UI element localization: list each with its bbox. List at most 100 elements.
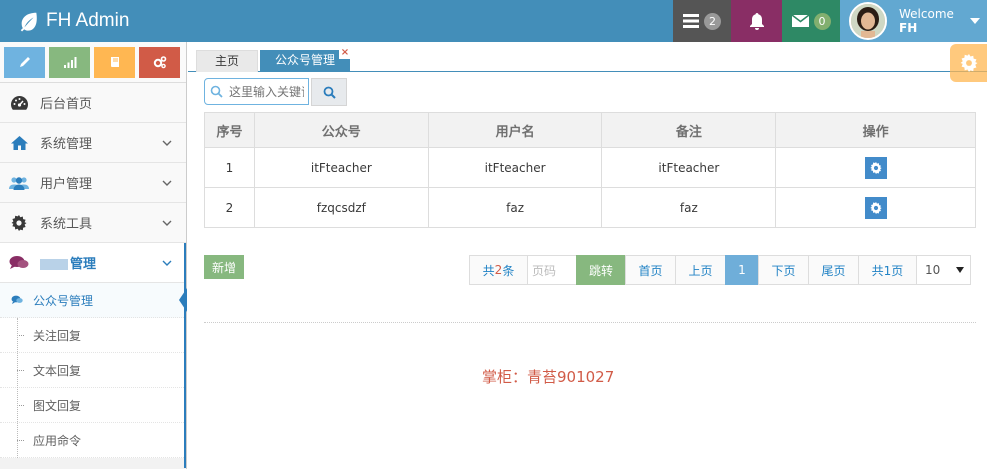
gear-icon [960,54,977,72]
pagination: 共2条 页码 跳转 首页 上页 1 下页 尾页 共1页 10 [469,255,971,285]
table-cell: fzqcsdzf [253,187,429,228]
submenu-wechat: 公众号管理 关注回复 文本回复 图文回复 应用命令 [0,283,187,458]
book-icon [110,57,119,67]
top-navbar: FH Admin 2 0 Welcome FH [0,0,987,42]
close-icon[interactable]: × [339,48,351,59]
submenu-item-label: 图文回复 [33,398,82,413]
submenu-item-label: 公众号管理 [33,293,94,308]
comments-icon [9,254,29,272]
jump-button[interactable]: 跳转 [576,255,626,285]
tab-label: 公众号管理 [274,53,335,67]
submenu-item-app-commands[interactable]: 应用命令 [0,423,186,458]
welcome-text: Welcome FH [899,7,954,35]
shortcut-cogs-button[interactable] [139,46,180,78]
table-cell: 1 [204,147,255,188]
bell-icon [749,12,764,30]
tab-official-accounts[interactable]: 公众号管理 × [260,48,351,72]
prev-page-button[interactable]: 上页 [675,255,726,285]
welcome-label: Welcome [899,7,954,21]
tab-bar: 主页 公众号管理 × [188,42,987,72]
page-number-input[interactable]: 页码 [527,255,577,285]
sidebar-item-label: 管理 [40,253,162,272]
table-row: 2 fzqcsdzf faz faz [204,187,976,228]
add-button[interactable]: 新增 [204,255,244,279]
sidebar-item-label: 后台首页 [40,97,93,112]
table-row: 1 itFteacher itFteacher itFteacher [204,147,976,188]
username: FH [899,21,918,35]
search-icon [323,86,336,99]
shortcut-book-button[interactable] [94,46,135,78]
sidebar-item-dashboard[interactable]: 后台首页 [0,83,186,123]
submenu-item-follow-reply[interactable]: 关注回复 [0,318,186,353]
sidebar-item-system-management[interactable]: 系统管理 [0,123,186,163]
home-icon [9,134,29,152]
submenu-item-text-reply[interactable]: 文本回复 [0,353,186,388]
accounts-table: 序号 公众号 用户名 备注 操作 1 itFteacher itFteacher… [204,112,976,228]
table-header-row: 序号 公众号 用户名 备注 操作 [204,112,976,148]
table-cell: faz [427,187,603,228]
sidebar-item-label: 用户管理 [40,177,93,192]
redacted-text [40,259,68,270]
brand[interactable]: FH Admin [18,0,129,42]
users-icon [9,174,29,192]
tasks-button[interactable]: 2 [673,0,731,42]
pencil-icon [19,57,30,67]
caret-down-icon [969,18,980,24]
brand-title: FH Admin [46,10,130,31]
first-page-button[interactable]: 首页 [625,255,676,285]
row-actions-button[interactable] [864,196,887,219]
current-page[interactable]: 1 [725,255,759,285]
chevron-down-icon [162,220,172,226]
avatar [849,2,887,40]
divider [204,322,976,323]
gear-icon [870,161,882,174]
user-photo [851,4,885,38]
footer-note: 掌柜：青苔901027 [482,368,615,386]
chevron-down-icon [162,140,172,146]
submenu-item-official-accounts[interactable]: 公众号管理 [0,283,187,318]
tasks-icon [683,14,699,28]
signal-icon [63,57,76,68]
sidebar-item-label: 系统管理 [40,137,93,152]
column-header[interactable]: 序号 [204,112,255,148]
page-size-select[interactable]: 10 [916,255,971,285]
next-page-button[interactable]: 下页 [758,255,809,285]
sidebar-shortcuts [0,42,186,83]
total-records: 共2条 [469,255,528,285]
tasks-count-badge: 2 [704,12,721,30]
page-size-value: 10 [925,263,941,277]
sidebar-item-system-tools[interactable]: 系统工具 [0,203,186,243]
table-cell: 2 [204,187,255,228]
table-cell: itFteacher [427,147,603,188]
column-header: 操作 [775,112,976,148]
submenu-item-image-text-reply[interactable]: 图文回复 [0,388,186,423]
settings-toggle-button[interactable] [950,44,987,82]
column-header[interactable]: 用户名 [427,112,603,148]
chevron-down-icon [162,180,172,186]
table-cell-actions [775,147,976,188]
user-menu[interactable]: Welcome FH [840,0,987,42]
sidebar-item-user-management[interactable]: 用户管理 [0,163,186,203]
last-page-button[interactable]: 尾页 [808,255,859,285]
shortcut-signal-button[interactable] [49,46,90,78]
tab-home[interactable]: 主页 [196,50,258,72]
cogs-icon [153,56,166,69]
page-count: 共1页 [858,255,917,285]
column-header[interactable]: 备注 [601,112,777,148]
search-icon [210,85,223,98]
sidebar-item-label: 系统工具 [40,217,93,232]
table-cell: itFteacher [601,147,777,188]
row-actions-button[interactable] [864,156,887,179]
messages-button[interactable]: 0 [782,0,840,42]
sidebar-item-wechat-management[interactable]: 管理 [0,243,186,283]
search-button[interactable] [311,78,347,106]
comments-small-icon [11,295,23,304]
messages-count-badge: 0 [813,12,831,30]
notifications-button[interactable] [731,0,782,42]
active-section-bar [184,243,186,468]
table-cell: itFteacher [253,147,429,188]
dashboard-icon [9,94,29,112]
submenu-item-label: 关注回复 [33,328,82,343]
column-header[interactable]: 公众号 [253,112,429,148]
shortcut-pencil-button[interactable] [4,46,45,78]
